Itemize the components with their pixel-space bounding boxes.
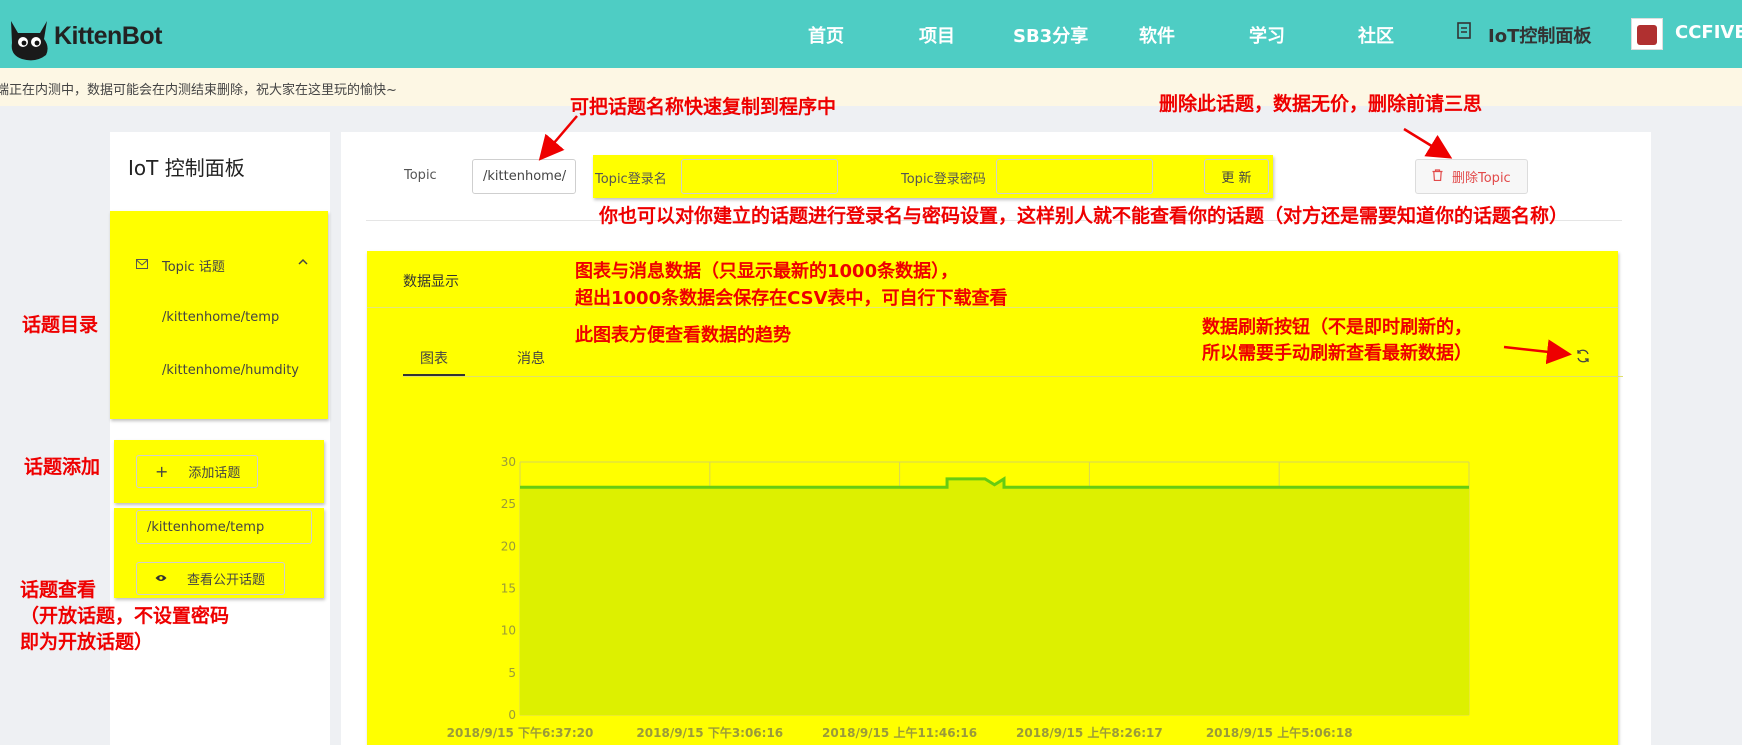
topic-group-label[interactable]: Topic 话题 bbox=[162, 256, 225, 275]
delete-topic-button[interactable]: 删除Topic bbox=[1415, 159, 1528, 194]
chart-x-tick-label: 2018/9/15 上午8:26:17 bbox=[1016, 725, 1163, 740]
login-name-label: Topic登录名 bbox=[595, 172, 667, 187]
update-button[interactable]: 更 新 bbox=[1204, 159, 1269, 194]
topic-name-input[interactable]: /kittenhome/ bbox=[472, 159, 576, 194]
nav-item-software[interactable]: 软件 bbox=[1139, 22, 1175, 48]
chart-x-tick-label: 2018/9/15 下午3:06:16 bbox=[636, 725, 783, 740]
topic-login-settings: Topic登录名 Topic登录密码 更 新 bbox=[593, 155, 1273, 198]
sidebar-title: IoT 控制面板 bbox=[128, 156, 245, 180]
annotation-topic-view-3: 即为开放话题） bbox=[20, 631, 154, 653]
chart-y-tick-label: 15 bbox=[501, 582, 516, 596]
chart-y-tick-label: 30 bbox=[501, 455, 516, 469]
nav-item-home[interactable]: 首页 bbox=[808, 22, 844, 48]
nav-item-iot-icon bbox=[1457, 22, 1471, 44]
notice-text: 端正在内测中，数据可能会在内测结束删除，祝大家在这里玩的愉快~ bbox=[0, 83, 397, 98]
annotation-copy-topic: 可把话题名称快速复制到程序中 bbox=[570, 96, 837, 118]
mail-icon bbox=[136, 258, 148, 273]
chart-y-tick-label: 20 bbox=[501, 539, 516, 553]
add-topic-label: 添加话题 bbox=[188, 466, 241, 481]
annotation-topic-view-2: （开放话题，不设置密码 bbox=[20, 605, 230, 627]
chevron-up-icon[interactable] bbox=[298, 255, 308, 270]
annotation-delete-topic: 删除此话题，数据无价，删除前请三思 bbox=[1159, 93, 1483, 115]
login-name-input[interactable] bbox=[681, 159, 838, 194]
chart-series-line bbox=[520, 476, 1469, 489]
nav-item-community[interactable]: 社区 bbox=[1358, 22, 1394, 48]
login-password-label: Topic登录密码 bbox=[901, 172, 986, 187]
trash-icon bbox=[1432, 168, 1443, 185]
annotation-topic-dir: 话题目录 bbox=[22, 314, 99, 336]
chart-y-tick-label: 5 bbox=[508, 666, 516, 680]
chart-y-tick-label: 0 bbox=[508, 708, 516, 722]
annotation-chart-info-1: 图表与消息数据（只显示最新的1000条数据）， bbox=[575, 261, 959, 282]
topic-list: Topic 话题 /kittenhome/temp /kittenhome/hu… bbox=[110, 211, 328, 419]
delete-topic-label: 删除Topic bbox=[1452, 171, 1511, 186]
kittenbot-cat-icon bbox=[6, 11, 52, 61]
plus-icon: + bbox=[155, 462, 169, 481]
username[interactable]: CCFIVE bbox=[1675, 22, 1742, 43]
chart-x-tick-label: 2018/9/15 上午5:06:18 bbox=[1206, 725, 1353, 740]
annotation-login-settings: 你也可以对你建立的话题进行登录名与密码设置，这样别人就不能查看你的话题（对方还是… bbox=[599, 205, 1569, 227]
view-public-topics-label: 查看公开话题 bbox=[187, 573, 266, 588]
annotation-topic-add: 话题添加 bbox=[24, 456, 101, 478]
brand-logo[interactable]: KittenBot bbox=[6, 8, 162, 64]
sidebar-item-topic-humdity[interactable]: /kittenhome/humdity bbox=[162, 363, 299, 378]
avatar[interactable] bbox=[1631, 18, 1663, 50]
nav-item-sb3-share[interactable]: SB3分享 bbox=[1013, 22, 1088, 48]
add-topic-button[interactable]: + 添加话题 bbox=[136, 455, 258, 488]
chart-area bbox=[520, 478, 1469, 715]
annotation-topic-view-1: 话题查看 bbox=[20, 579, 97, 601]
nav-item-iot[interactable]: IoT控制面板 bbox=[1488, 22, 1591, 48]
annotation-refresh-2: 所以需要手动刷新查看最新数据） bbox=[1202, 343, 1472, 364]
sidebar-item-topic-temp[interactable]: /kittenhome/temp bbox=[162, 310, 279, 325]
chart-x-tick-label: 2018/9/15 上午11:46:16 bbox=[822, 725, 977, 740]
top-navbar: KittenBot 首页 项目 SB3分享 软件 学习 社区 IoT控制面板 C… bbox=[0, 0, 1742, 68]
annotation-refresh-1: 数据刷新按钮（不是即时刷新的， bbox=[1202, 317, 1472, 338]
eye-icon bbox=[155, 571, 167, 586]
add-topic-section: + 添加话题 bbox=[114, 440, 324, 503]
chart-y-tick-label: 25 bbox=[501, 497, 516, 511]
nav-item-projects[interactable]: 项目 bbox=[919, 22, 955, 48]
annotation-chart-trend: 此图表方便查看数据的趋势 bbox=[575, 325, 791, 346]
chart-y-tick-label: 10 bbox=[501, 624, 516, 638]
chart-x-tick-label: 2018/9/15 下午6:37:20 bbox=[447, 725, 594, 740]
topic-label: Topic bbox=[404, 168, 437, 183]
login-password-input[interactable] bbox=[996, 159, 1153, 194]
view-public-topics-button[interactable]: 查看公开话题 bbox=[136, 562, 285, 595]
annotation-chart-info-2: 超出1000条数据会保存在CSV表中，可自行下载查看 bbox=[575, 288, 1008, 309]
brand-name: KittenBot bbox=[54, 21, 162, 50]
topic-search-input[interactable]: /kittenhome/temp bbox=[136, 510, 312, 544]
view-topic-section: /kittenhome/temp 查看公开话题 bbox=[114, 508, 324, 598]
nav-item-learn[interactable]: 学习 bbox=[1249, 22, 1285, 48]
